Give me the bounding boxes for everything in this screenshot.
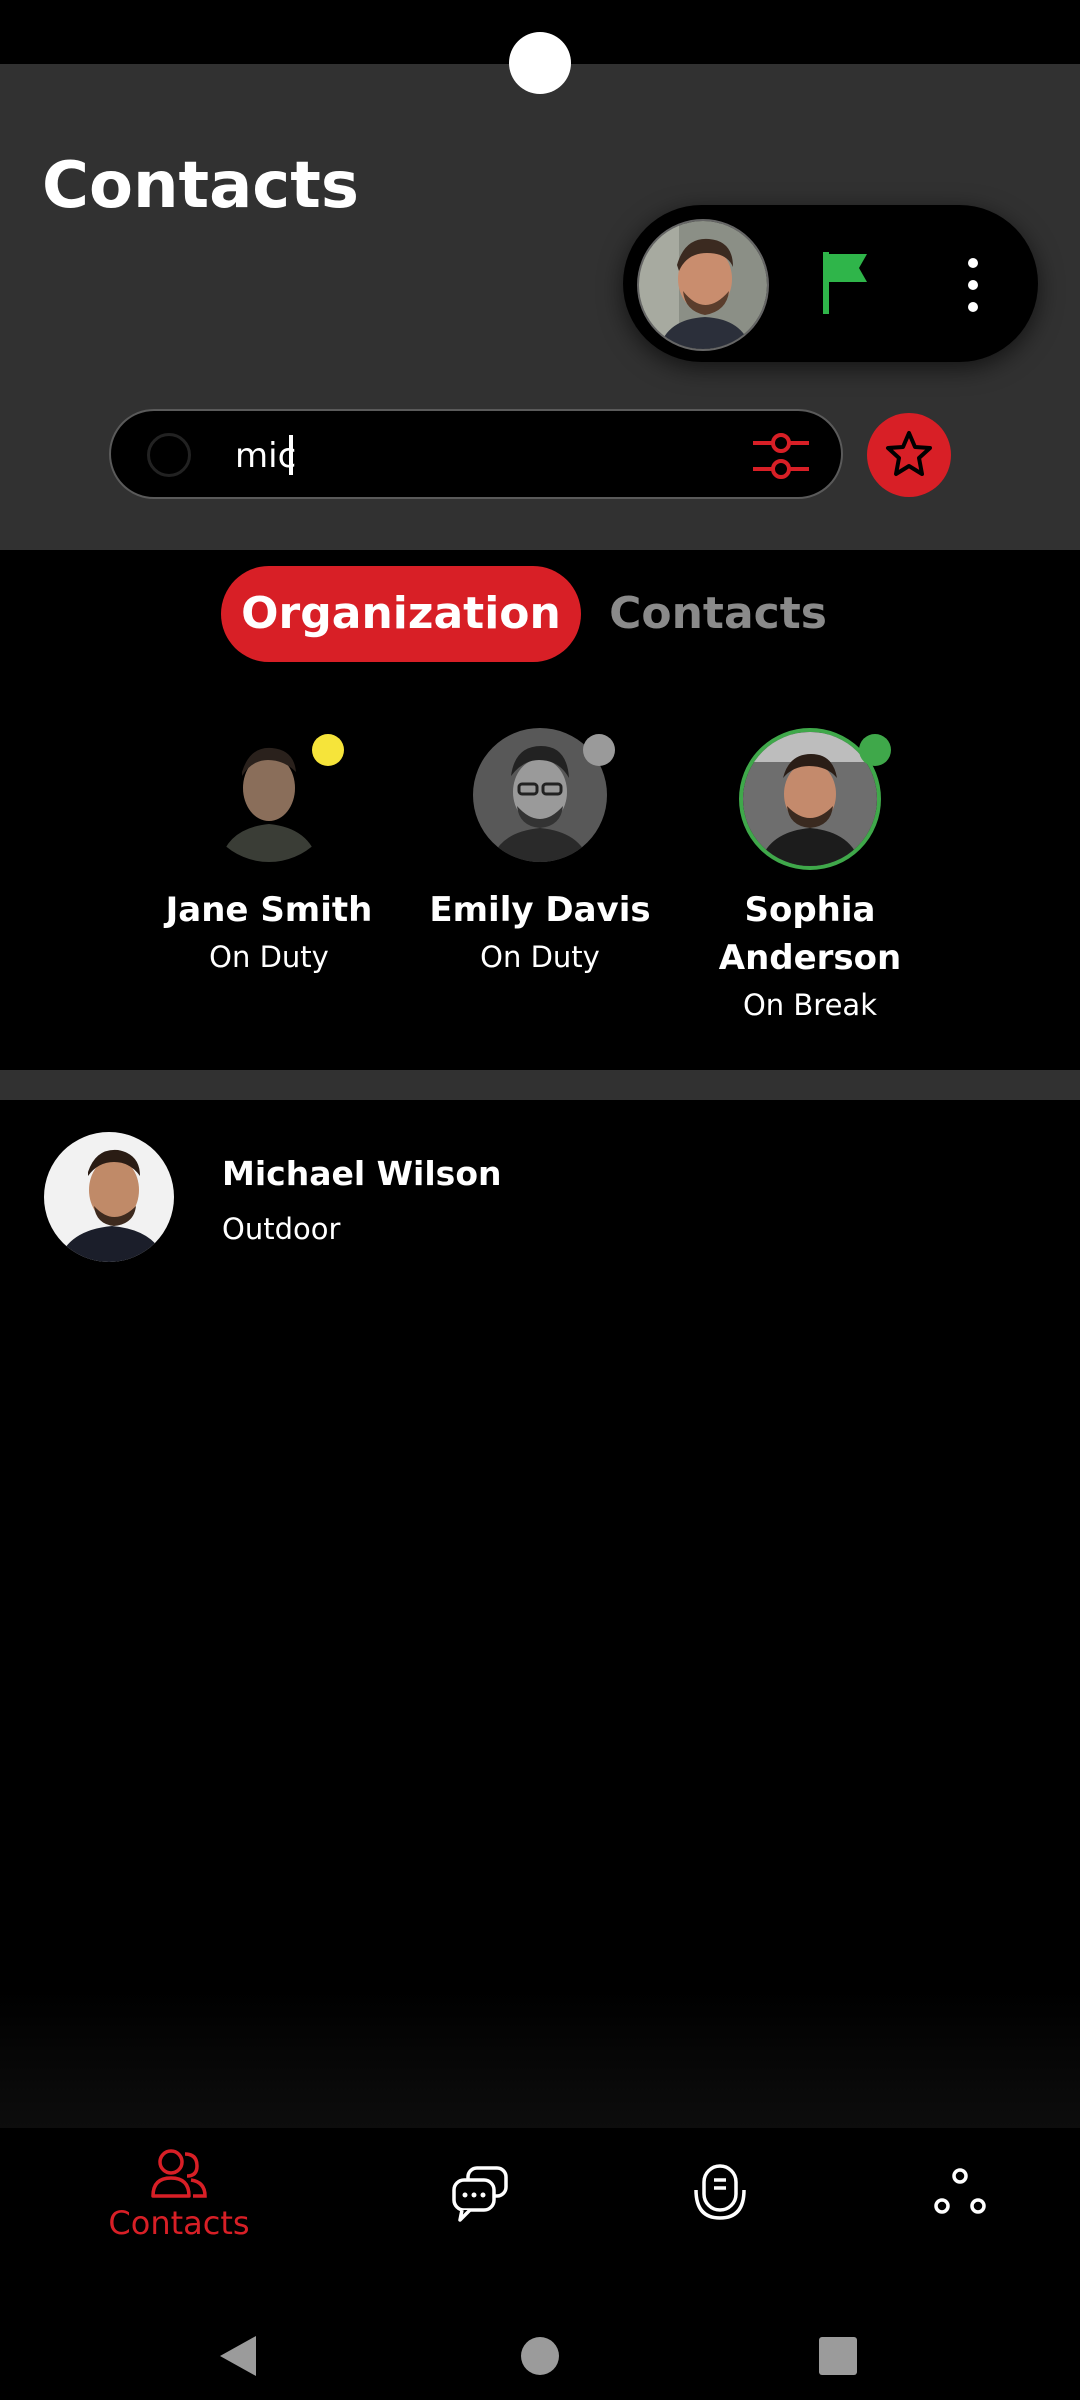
avatar [44, 1132, 174, 1262]
app-screen: Contacts mic Organization Contacts Jane … [0, 0, 1080, 2400]
nav-chat[interactable] [380, 2128, 580, 2278]
nav-contacts-label: Contacts [108, 2204, 250, 2242]
favorites-button[interactable] [867, 413, 951, 497]
more-options-icon[interactable] [963, 255, 983, 315]
org-member-sophia[interactable]: Sophia Anderson On Break [675, 728, 945, 1028]
org-member-jane[interactable]: Jane Smith On Duty [134, 728, 404, 980]
filter-icon[interactable] [751, 429, 811, 487]
page-title: Contacts [42, 149, 359, 223]
avatar [473, 728, 615, 862]
walkie-talkie-icon [694, 2164, 746, 2220]
bottom-navigation: Contacts [0, 2128, 1080, 2278]
contact-subtitle: Outdoor [222, 1212, 341, 1246]
camera-cutout [509, 32, 571, 94]
member-name: Sophia Anderson [718, 890, 902, 978]
background-fade [0, 1990, 1080, 2128]
org-member-emily[interactable]: Emily Davis On Duty [405, 728, 675, 980]
organization-list: Jane Smith On Duty Emily Davis On Duty S… [0, 728, 1080, 1038]
user-avatar[interactable] [637, 219, 769, 351]
chat-icon [452, 2166, 508, 2222]
status-dot [312, 734, 344, 766]
contacts-icon [151, 2149, 207, 2198]
tab-bar: Organization Contacts [0, 566, 1080, 662]
back-icon[interactable] [216, 2334, 260, 2378]
status-dot [859, 734, 891, 766]
member-status: On Duty [480, 940, 600, 974]
member-status: On Break [742, 988, 877, 1022]
contact-list-item[interactable]: Michael Wilson Outdoor [0, 1128, 1080, 1268]
contact-name: Michael Wilson [222, 1154, 502, 1193]
tab-contacts[interactable]: Contacts [598, 566, 838, 662]
search-icon [147, 433, 191, 477]
member-name: Emily Davis [429, 890, 651, 930]
home-icon[interactable] [520, 2336, 560, 2376]
status-dot [583, 734, 615, 766]
nav-talk[interactable] [620, 2128, 820, 2278]
profile-pill [623, 205, 1038, 362]
avatar [739, 728, 891, 870]
star-icon [886, 431, 932, 476]
recents-icon[interactable] [818, 2336, 858, 2376]
system-navigation-bar [0, 2278, 1080, 2400]
more-apps-icon [934, 2168, 986, 2214]
member-status: On Duty [209, 940, 329, 974]
member-name: Jane Smith [165, 890, 373, 930]
search-bar[interactable] [109, 409, 843, 499]
avatar [202, 728, 344, 862]
text-caret [289, 435, 293, 475]
nav-more[interactable] [860, 2128, 1060, 2278]
section-divider [0, 1070, 1080, 1100]
flag-icon[interactable] [821, 250, 871, 320]
tab-organization[interactable]: Organization [221, 566, 581, 662]
nav-contacts[interactable]: Contacts [79, 2128, 279, 2278]
